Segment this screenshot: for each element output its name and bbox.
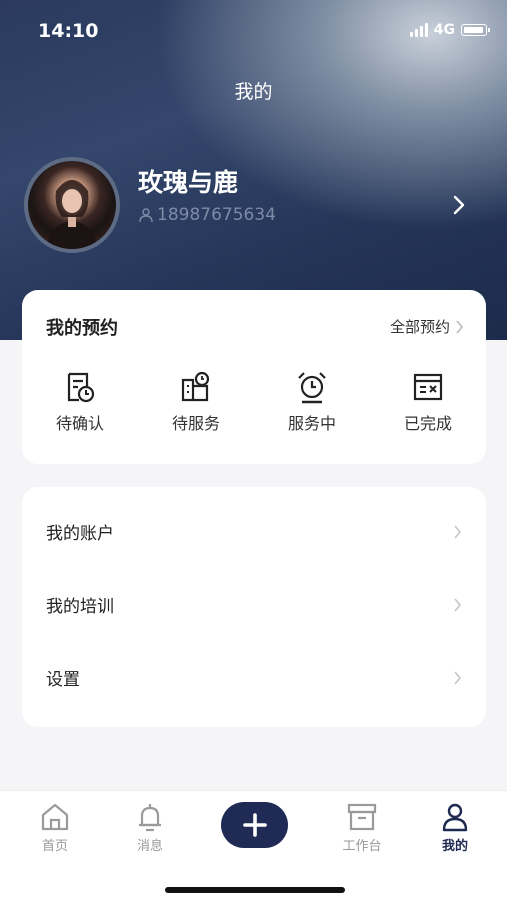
appt-label: 待服务	[171, 414, 220, 433]
chevron-right-icon[interactable]	[452, 195, 466, 215]
signal-icon	[409, 23, 428, 37]
tab-label: 工作台	[342, 839, 382, 854]
phone-number: 18987675634	[157, 205, 276, 225]
tab-label: 我的	[441, 839, 468, 854]
appt-label: 已完成	[403, 414, 452, 433]
username: 玫瑰与鹿	[138, 168, 239, 197]
add-button[interactable]	[221, 802, 288, 848]
network-label: 4G	[433, 22, 455, 38]
avatar-photo	[46, 180, 98, 249]
menu-item-label: 设置	[46, 670, 80, 690]
menu-item-account[interactable]: 我的账户	[22, 495, 486, 568]
person-icon	[442, 803, 468, 832]
workbench-icon	[347, 803, 377, 831]
avatar[interactable]	[24, 157, 120, 253]
chevron-right-icon	[454, 524, 462, 539]
pending-service-icon	[181, 371, 210, 402]
chevron-right-icon	[456, 319, 464, 334]
appointments-card: 我的预约 全部预约 待确认 待服务 服务中 已完成	[22, 290, 486, 464]
tab-messages[interactable]: 消息	[110, 801, 190, 854]
all-appointments-link[interactable]: 全部预约	[390, 316, 464, 337]
page-title: 我的	[234, 81, 273, 103]
appointment-status-list: 待确认 待服务 服务中 已完成	[22, 370, 486, 434]
battery-icon	[461, 24, 490, 36]
menu-item-training[interactable]: 我的培训	[22, 568, 486, 641]
appt-pending-service[interactable]: 待服务	[138, 370, 254, 434]
chevron-right-icon	[454, 670, 462, 685]
chevron-right-icon	[454, 597, 462, 612]
status-bar: 14:10 4G	[0, 0, 507, 64]
menu-item-label: 我的培训	[46, 597, 114, 617]
home-indicator	[165, 887, 345, 893]
pending-confirm-icon	[67, 372, 95, 403]
appt-label: 待确认	[55, 414, 104, 433]
menu-item-settings[interactable]: 设置	[22, 641, 486, 714]
tab-home[interactable]: 首页	[15, 801, 95, 854]
status-indicators: 4G	[409, 22, 490, 38]
plus-icon	[242, 813, 267, 837]
appt-in-service[interactable]: 服务中	[254, 370, 370, 434]
profile-section[interactable]: 玫瑰与鹿 18987675634	[24, 157, 484, 253]
appt-pending-confirm[interactable]: 待确认	[22, 370, 138, 434]
all-appointments-label: 全部预约	[389, 318, 450, 336]
menu-card: 我的账户 我的培训 设置	[22, 487, 486, 727]
tab-mine[interactable]: 我的	[415, 801, 495, 854]
tab-bar: 首页 消息 工作台 我的	[0, 790, 507, 901]
tab-workbench[interactable]: 工作台	[322, 801, 402, 854]
user-icon	[139, 208, 153, 223]
bell-icon	[139, 804, 161, 832]
appointments-title: 我的预约	[46, 318, 118, 339]
appt-label: 服务中	[287, 414, 336, 433]
menu-item-label: 我的账户	[46, 524, 114, 544]
appt-completed[interactable]: 已完成	[370, 370, 486, 434]
tab-label: 首页	[41, 839, 68, 854]
tab-label: 消息	[136, 839, 163, 854]
phone-row: 18987675634	[138, 205, 276, 225]
home-icon	[41, 803, 69, 831]
alarm-clock-icon	[298, 372, 326, 404]
status-time: 14:10	[38, 20, 99, 42]
completed-icon	[413, 373, 443, 401]
